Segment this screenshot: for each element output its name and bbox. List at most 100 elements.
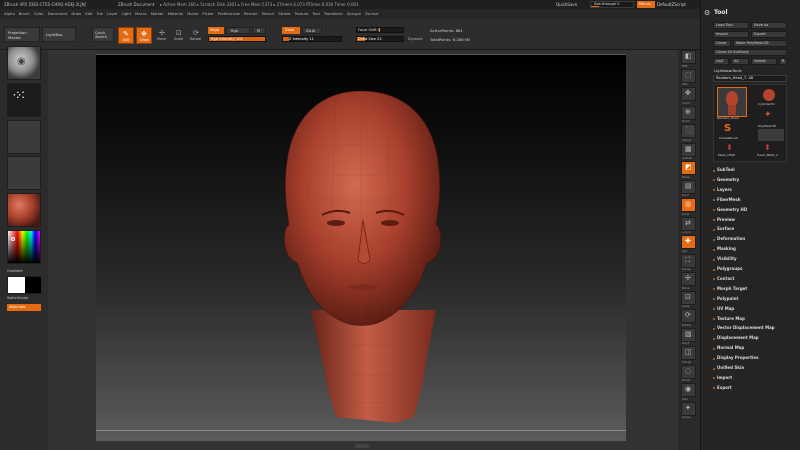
shelf-bpr-button[interactable]: ◧	[681, 50, 696, 64]
menu-render[interactable]: Render	[244, 12, 258, 16]
alternate-button[interactable]: Alternate	[7, 304, 41, 311]
subpalette-surface[interactable]: Surface	[717, 227, 734, 231]
menu-zplugin[interactable]: Zplugin	[347, 12, 361, 16]
lightbox-tools-link[interactable]: Lightbox▸Tools	[714, 69, 742, 73]
load-tool-button[interactable]: Load Tool	[713, 22, 749, 29]
shelf-scale-button[interactable]: ⊡	[681, 290, 696, 305]
document-canvas[interactable]	[96, 54, 626, 441]
subpalette-preview[interactable]: Preview	[717, 217, 735, 222]
subpalette-unified-skin[interactable]: Unified Skin	[717, 366, 744, 370]
subpalette-vector-displacement-map[interactable]: Vector Displacement Map	[717, 326, 775, 330]
menu-layer[interactable]: Layer	[107, 12, 118, 16]
shelf-local-button[interactable]: ◎	[681, 198, 696, 212]
save-as-button[interactable]: Save As	[751, 22, 787, 29]
m-button[interactable]: M	[252, 27, 266, 34]
color-picker[interactable]	[7, 230, 41, 264]
menu-file[interactable]: File	[97, 12, 103, 16]
all-button[interactable]: All	[731, 58, 749, 65]
subpalette-display-properties[interactable]: Display Properties	[717, 356, 758, 360]
main-color-swatch[interactable]	[8, 277, 25, 293]
texture-thumbnail[interactable]	[7, 156, 41, 190]
move-button[interactable]: ✢ Move	[156, 27, 170, 44]
subpalette-uv-map[interactable]: UV Map	[717, 306, 734, 311]
subpalette-layers[interactable]: Layers	[717, 187, 732, 192]
shelf-scroll-button[interactable]: ✥	[681, 87, 696, 101]
menu-brush[interactable]: Brush	[19, 12, 30, 16]
menu-document[interactable]: Document	[48, 12, 68, 16]
zsub-button[interactable]: Zsub	[302, 27, 322, 34]
tool-thumb-polymesh[interactable]: ✦	[758, 110, 780, 124]
subpalette-masking[interactable]: Masking	[717, 247, 736, 251]
menu-movie[interactable]: Movie	[187, 12, 198, 16]
subpalette-texture-map[interactable]: Texture Map	[717, 316, 745, 321]
z-intensity-slider[interactable]: Z Intensity 11	[282, 36, 342, 42]
subpalette-normal-map[interactable]: Normal Map	[717, 346, 744, 350]
brush-thumbnail[interactable]: ◉	[7, 46, 41, 80]
shelf-lsym-button[interactable]: ⇄	[681, 216, 696, 231]
menu-edit[interactable]: Edit	[85, 12, 92, 16]
shelf-polyf-button[interactable]: ▧	[681, 327, 696, 342]
menu-picker[interactable]: Picker	[202, 12, 213, 16]
menu-texture[interactable]: Texture	[295, 12, 309, 16]
projection-master-button[interactable]: Projection Master	[4, 27, 40, 42]
menu-macro[interactable]: Macro	[135, 12, 147, 16]
subpalette-visibility[interactable]: Visibility	[717, 257, 737, 261]
default-zscript[interactable]: DefaultZScript	[657, 2, 686, 7]
goz-button[interactable]: GoZ	[713, 58, 729, 65]
shelf-aahalf-button[interactable]: ▦	[681, 142, 696, 157]
menu-preferences[interactable]: Preferences	[218, 12, 240, 16]
clone-button[interactable]: Clone	[713, 40, 731, 47]
canvas-scroll-handle[interactable]	[355, 444, 369, 448]
quicksave-button[interactable]: QuickSave	[556, 2, 577, 7]
import-button[interactable]: Import	[713, 31, 749, 38]
tool-thumb-mask[interactable]: ⬍	[724, 143, 736, 153]
edit-button[interactable]: ✎ Edit	[118, 27, 134, 44]
subpalette-export[interactable]: Export	[717, 385, 732, 390]
mrgb-button[interactable]: Mrgb	[208, 27, 224, 34]
tool-thumb-head2[interactable]: ⬍	[762, 143, 774, 153]
shelf-xpose-button[interactable]: ✦	[681, 401, 696, 416]
subpalette-polygroups[interactable]: Polygroups	[717, 267, 742, 271]
menu-alpha[interactable]: Alpha	[4, 12, 15, 16]
rgb-button[interactable]: Rgb	[226, 27, 250, 34]
shelf-zoom-button[interactable]: ⊕	[681, 105, 696, 120]
subpalette-geometry-hd[interactable]: Geometry HD	[717, 207, 747, 212]
scale-button[interactable]: ⊡ Scale	[173, 27, 187, 44]
shelf-rotate-button[interactable]: ⟳	[681, 309, 696, 323]
see-through-slider[interactable]: See-through 0	[590, 1, 634, 8]
tool-thumb-extra[interactable]	[758, 129, 784, 141]
stroke-thumbnail[interactable]: ⁖⁖	[7, 83, 41, 117]
shelf-solo-button[interactable]: ◉	[681, 383, 696, 397]
menu-zscript[interactable]: Zscript	[365, 12, 378, 16]
quick-sketch-button[interactable]: Quick Sketch	[92, 27, 114, 42]
subpalette-fibermesh[interactable]: FiberMesh	[717, 197, 741, 202]
menu-color[interactable]: Color	[34, 12, 44, 16]
subpalette-geometry[interactable]: Geometry	[717, 177, 739, 182]
tool-thumb-simplebrush[interactable]: S	[722, 123, 738, 137]
head-model[interactable]	[96, 55, 626, 442]
clone-all-subtools-button[interactable]: Clone All SubTools	[713, 49, 787, 56]
shelf-transp-button[interactable]: ◫	[681, 346, 696, 360]
material-thumbnail[interactable]	[7, 193, 41, 227]
lightbox-button[interactable]: LightBox	[42, 27, 76, 42]
subpalette-import[interactable]: Import	[717, 375, 732, 380]
rgb-intensity-slider[interactable]: Rgb Intensity 100	[208, 36, 266, 42]
subpalette-subtool[interactable]: SubTool	[717, 168, 735, 172]
menus-button[interactable]: Menus	[637, 1, 655, 8]
menu-marker[interactable]: Marker	[151, 12, 164, 16]
subpalette-contact[interactable]: Contact	[717, 276, 734, 281]
subpalette-polypaint[interactable]: Polypaint	[717, 296, 738, 301]
visible-button[interactable]: Visible	[751, 58, 777, 65]
current-tool-slider[interactable]: Random_Head_7. 48	[713, 75, 787, 82]
menu-transform[interactable]: Transform	[324, 12, 343, 16]
draw-button[interactable]: ✥ Draw	[136, 27, 152, 44]
gear-icon[interactable]: ⚙	[704, 9, 710, 17]
shelf-actual-button[interactable]: ⬛	[681, 124, 696, 138]
draw-size-slider[interactable]: Draw Size 22	[356, 36, 404, 42]
menu-stencil[interactable]: Stencil	[262, 12, 275, 16]
r-button[interactable]: R	[779, 58, 787, 65]
menu-draw[interactable]: Draw	[71, 12, 81, 16]
export-button[interactable]: Export	[751, 31, 787, 38]
shelf-spix-button[interactable]: ⬚	[681, 68, 696, 83]
menu-tool[interactable]: Tool	[312, 12, 319, 16]
